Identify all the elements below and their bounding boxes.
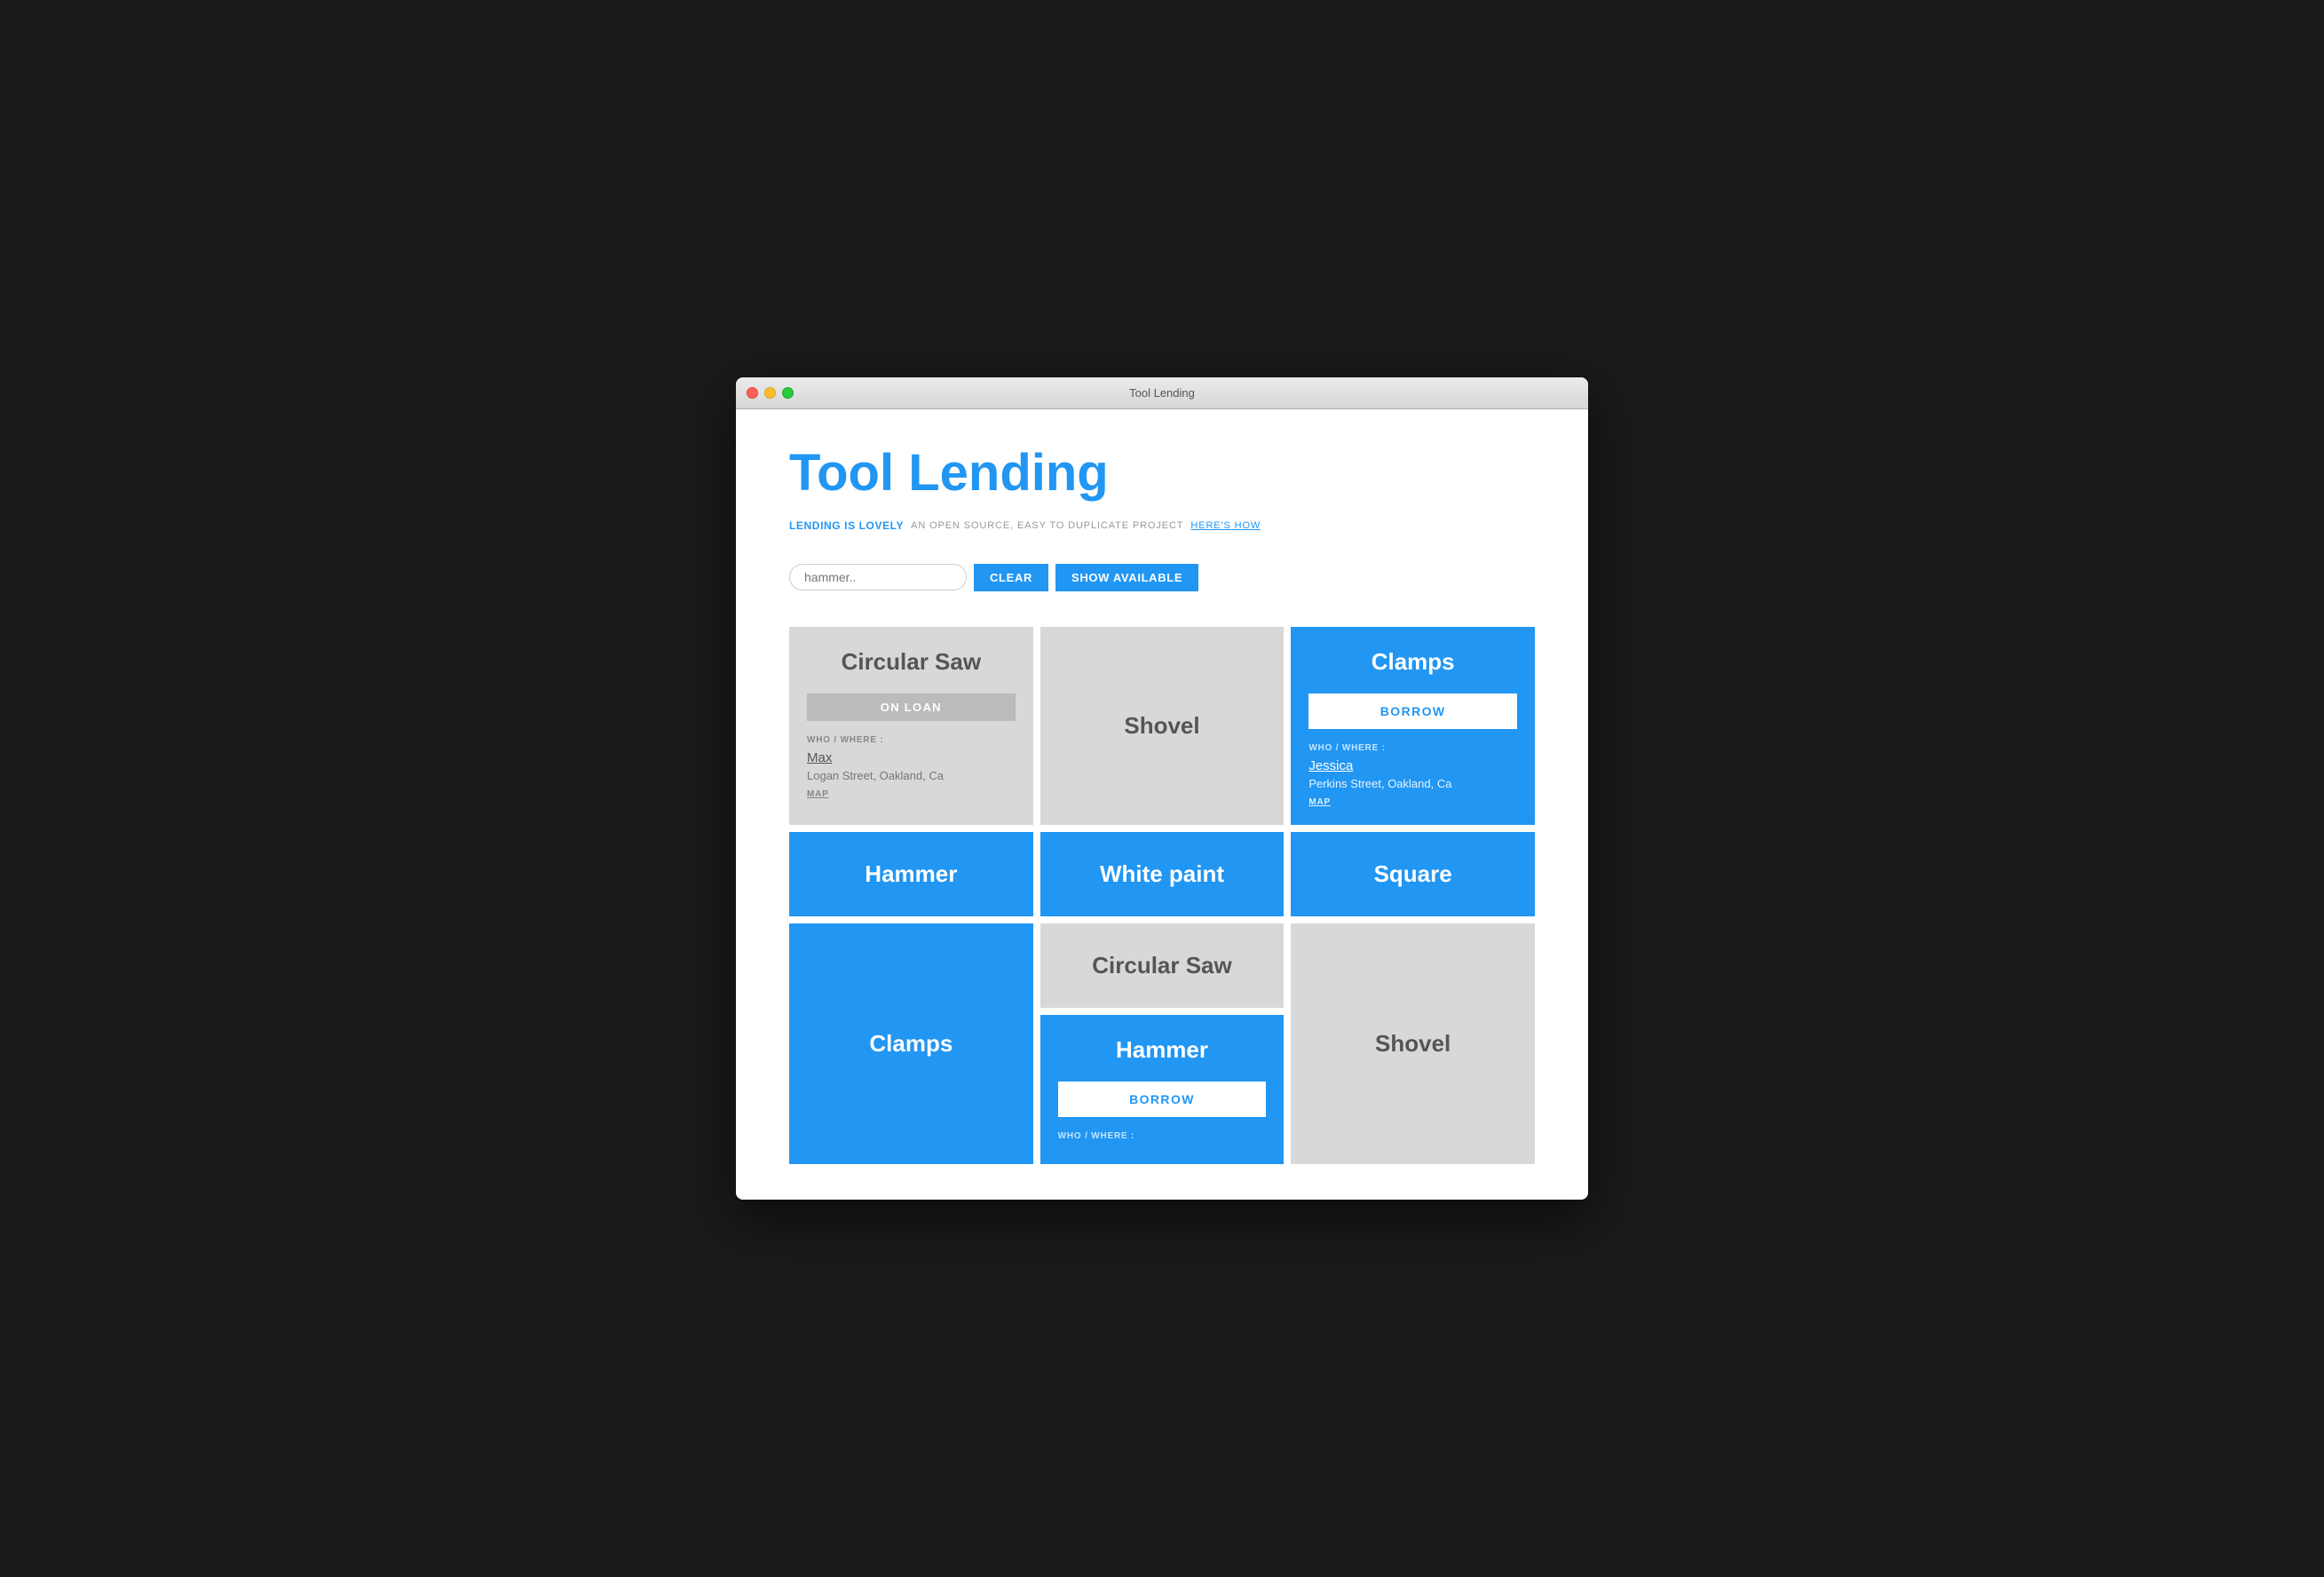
clear-button[interactable]: CLEAR (974, 564, 1048, 591)
search-input[interactable] (789, 564, 967, 590)
card-shovel-col3: Shovel (1291, 923, 1535, 1164)
card-title: Clamps (1308, 648, 1517, 676)
card-title: Shovel (1124, 712, 1199, 740)
map-link[interactable]: MAP (1308, 797, 1517, 807)
card-square-col3: Square (1291, 832, 1535, 916)
minimize-button[interactable] (764, 387, 776, 399)
card-circular-saw-col1: Circular Saw ON LOAN WHO / WHERE : Max L… (789, 627, 1033, 825)
person-address: Logan Street, Oakland, Ca (807, 769, 1016, 782)
card-hammer-col2: Hammer BORROW WHO / WHERE : (1040, 1015, 1285, 1164)
card-title: Shovel (1375, 1030, 1451, 1058)
brand-label: LENDING IS LOVELY (789, 519, 904, 532)
borrow-button[interactable]: BORROW (1058, 1082, 1267, 1117)
search-row: CLEAR SHOW AVAILABLE (789, 564, 1535, 591)
window-title: Tool Lending (1129, 386, 1195, 400)
tool-grid: Circular Saw ON LOAN WHO / WHERE : Max L… (789, 627, 1535, 1164)
page-title: Tool Lending (789, 445, 1535, 502)
card-clamps-col1: Clamps (789, 923, 1033, 1164)
card-title: Circular Saw (807, 648, 1016, 676)
on-loan-badge: ON LOAN (807, 693, 1016, 721)
card-clamps-col3: Clamps BORROW WHO / WHERE : Jessica Perk… (1291, 627, 1535, 825)
titlebar: Tool Lending (736, 377, 1588, 409)
person-address: Perkins Street, Oakland, Ca (1308, 777, 1517, 790)
col2-bottom: Circular Saw Hammer BORROW WHO / WHERE : (1040, 923, 1285, 1164)
show-available-button[interactable]: SHOW AVAILABLE (1055, 564, 1198, 591)
who-where-label: WHO / WHERE : (1308, 743, 1517, 753)
card-shovel-col2: Shovel (1040, 627, 1285, 825)
borrow-button[interactable]: BORROW (1308, 693, 1517, 729)
card-title: Hammer (1058, 1036, 1267, 1064)
app-window: Tool Lending Tool Lending LENDING IS LOV… (736, 377, 1588, 1200)
person-name[interactable]: Jessica (1308, 758, 1517, 773)
who-where-label: WHO / WHERE : (807, 735, 1016, 745)
card-white-paint-col2: White paint (1040, 832, 1285, 916)
card-hammer-col1: Hammer (789, 832, 1033, 916)
card-circular-saw-col2: Circular Saw (1040, 923, 1285, 1008)
subtitle-row: LENDING IS LOVELY AN OPEN SOURCE, EASY T… (789, 519, 1535, 532)
window-body: Tool Lending LENDING IS LOVELY AN OPEN S… (736, 409, 1588, 1200)
subtitle-text: AN OPEN SOURCE, EASY TO DUPLICATE PROJEC… (911, 520, 1183, 531)
traffic-lights (747, 387, 794, 399)
close-button[interactable] (747, 387, 758, 399)
who-where-label: WHO / WHERE : (1058, 1131, 1267, 1141)
card-title: Square (1374, 860, 1452, 888)
person-name[interactable]: Max (807, 750, 1016, 765)
card-title: Circular Saw (1092, 952, 1232, 979)
card-title: Clamps (869, 1030, 953, 1058)
map-link[interactable]: MAP (807, 789, 1016, 799)
card-title: Hammer (865, 860, 957, 888)
heres-how-link[interactable]: HERE'S HOW (1190, 520, 1261, 531)
card-title: White paint (1100, 860, 1224, 888)
maximize-button[interactable] (782, 387, 794, 399)
